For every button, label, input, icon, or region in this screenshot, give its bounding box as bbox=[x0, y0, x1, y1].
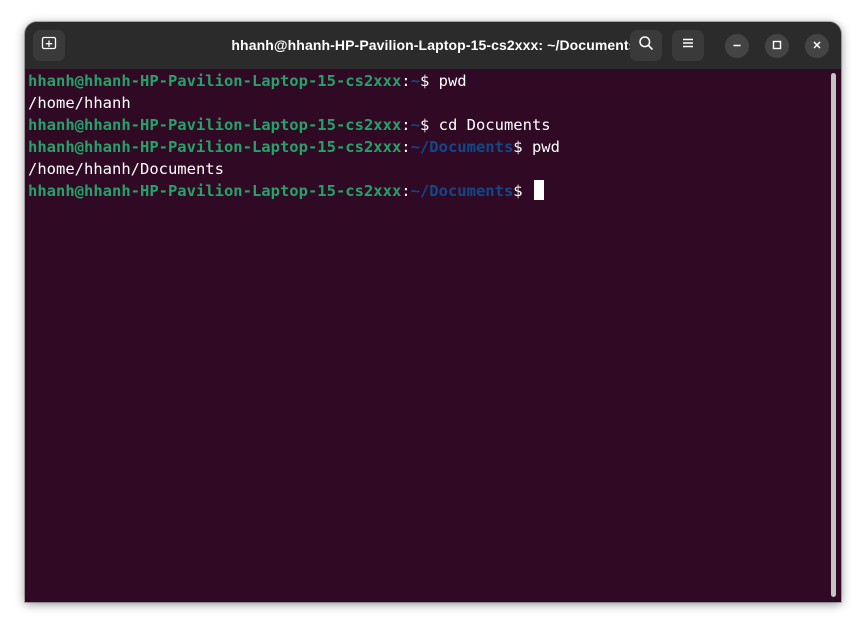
prompt-symbol: $ bbox=[419, 116, 439, 134]
search-button[interactable] bbox=[630, 30, 662, 61]
prompt-separator: : bbox=[401, 182, 411, 200]
terminal-lines: hhanh@hhanh-HP-Pavilion-Laptop-15-cs2xxx… bbox=[28, 70, 560, 202]
new-tab-icon bbox=[41, 35, 57, 56]
close-button[interactable] bbox=[805, 34, 829, 58]
output-text: /home/hhanh bbox=[28, 94, 131, 112]
terminal-line: /home/hhanh/Documents bbox=[28, 158, 560, 180]
prompt-symbol: $ bbox=[419, 72, 439, 90]
terminal-line: /home/hhanh bbox=[28, 92, 560, 114]
prompt-path: ~ bbox=[410, 72, 420, 90]
terminal-window: hhanh@hhanh-HP-Pavilion-Laptop-15-cs2xxx… bbox=[25, 22, 841, 602]
close-icon bbox=[812, 37, 822, 55]
terminal-line: hhanh@hhanh-HP-Pavilion-Laptop-15-cs2xxx… bbox=[28, 180, 560, 202]
command-text: pwd bbox=[531, 138, 560, 156]
minimize-button[interactable] bbox=[725, 34, 749, 58]
prompt-user-host: hhanh@hhanh-HP-Pavilion-Laptop-15-cs2xxx bbox=[28, 138, 402, 156]
window-title: hhanh@hhanh-HP-Pavilion-Laptop-15-cs2xxx… bbox=[231, 37, 637, 53]
prompt-path: ~ bbox=[410, 116, 420, 134]
command-text: cd Documents bbox=[438, 116, 551, 134]
title-bar[interactable]: hhanh@hhanh-HP-Pavilion-Laptop-15-cs2xxx… bbox=[25, 22, 841, 70]
prompt-user-host: hhanh@hhanh-HP-Pavilion-Laptop-15-cs2xxx bbox=[28, 116, 402, 134]
command-text: pwd bbox=[438, 72, 467, 90]
prompt-user-host: hhanh@hhanh-HP-Pavilion-Laptop-15-cs2xxx bbox=[28, 182, 402, 200]
maximize-icon bbox=[772, 37, 782, 55]
search-icon bbox=[638, 35, 654, 56]
maximize-button[interactable] bbox=[765, 34, 789, 58]
prompt-separator: : bbox=[401, 116, 411, 134]
terminal-line: hhanh@hhanh-HP-Pavilion-Laptop-15-cs2xxx… bbox=[28, 136, 560, 158]
vertical-scrollbar[interactable] bbox=[831, 73, 836, 597]
new-tab-button[interactable] bbox=[33, 30, 65, 61]
minimize-icon bbox=[732, 37, 742, 55]
text-cursor bbox=[533, 180, 544, 200]
prompt-separator: : bbox=[401, 138, 411, 156]
menu-button[interactable] bbox=[672, 30, 704, 61]
hamburger-menu-icon bbox=[681, 36, 695, 55]
prompt-path: ~/Documents bbox=[410, 138, 514, 156]
prompt-separator: : bbox=[401, 72, 411, 90]
prompt-symbol: $ bbox=[513, 138, 532, 156]
terminal-line: hhanh@hhanh-HP-Pavilion-Laptop-15-cs2xxx… bbox=[28, 70, 560, 92]
prompt-path: ~/Documents bbox=[410, 182, 514, 200]
terminal-output[interactable]: hhanh@hhanh-HP-Pavilion-Laptop-15-cs2xxx… bbox=[25, 70, 841, 602]
prompt-symbol: $ bbox=[513, 182, 532, 200]
terminal-line: hhanh@hhanh-HP-Pavilion-Laptop-15-cs2xxx… bbox=[28, 114, 560, 136]
prompt-user-host: hhanh@hhanh-HP-Pavilion-Laptop-15-cs2xxx bbox=[28, 72, 402, 90]
output-text: /home/hhanh/Documents bbox=[28, 160, 224, 178]
